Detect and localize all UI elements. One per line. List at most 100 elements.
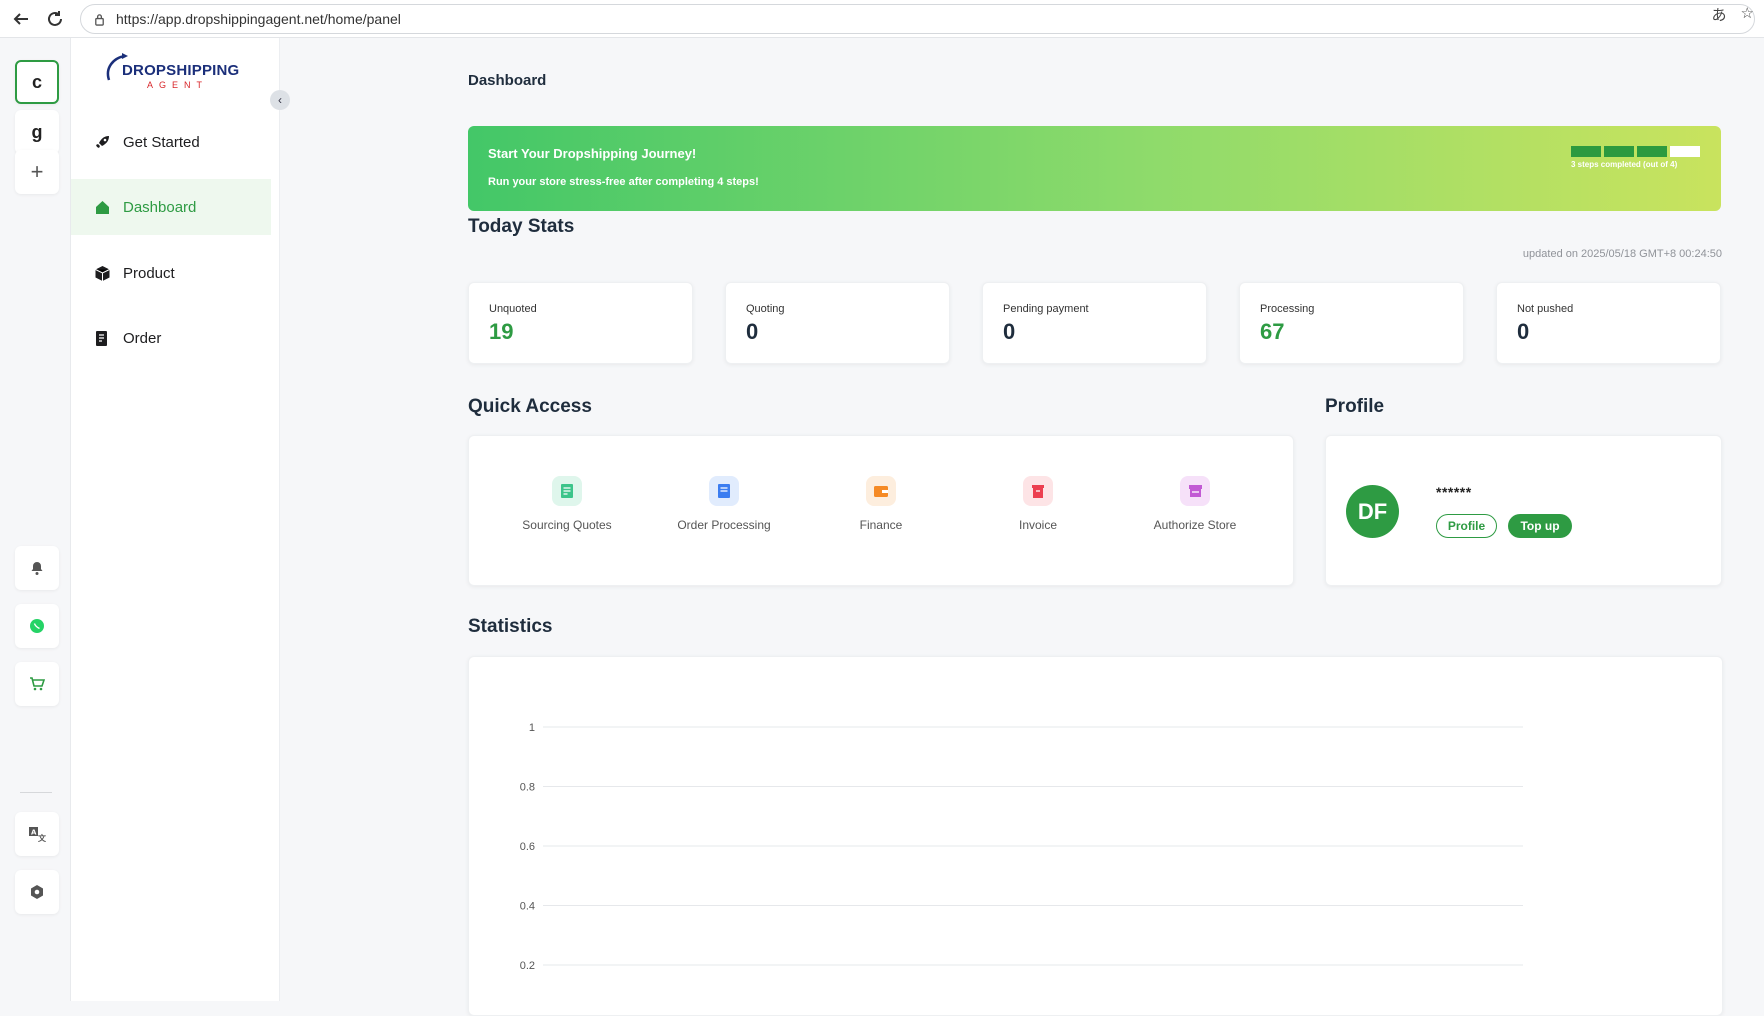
stat-value: 19 bbox=[489, 319, 514, 344]
profile-panel: DF ****** Profile Top up bbox=[1325, 435, 1722, 586]
sidebar-item-get-started[interactable]: Get Started bbox=[71, 114, 271, 170]
language-button[interactable]: A文 bbox=[15, 812, 59, 856]
quick-access-invoice[interactable]: Invoice bbox=[968, 476, 1108, 532]
profile-title: Profile bbox=[1325, 396, 1385, 417]
banner-title: Start Your Dropshipping Journey! bbox=[488, 146, 697, 161]
sidebar-item-product[interactable]: Product bbox=[71, 245, 271, 301]
stat-label: Processing bbox=[1260, 303, 1315, 315]
steps-progress-bar bbox=[1571, 146, 1701, 157]
language-icon: A文 bbox=[29, 827, 46, 842]
stat-label: Quoting bbox=[746, 303, 785, 315]
logo-wordmark: DROPSHIPPING bbox=[122, 62, 240, 79]
quick-access-sourcing-quotes[interactable]: Sourcing Quotes bbox=[497, 476, 637, 532]
quick-access-label: Invoice bbox=[1018, 518, 1058, 532]
quick-access-authorize-store[interactable]: Authorize Store bbox=[1125, 476, 1265, 532]
store-switch-c[interactable]: c bbox=[15, 60, 59, 104]
authorize-store-icon bbox=[1180, 476, 1210, 506]
order-icon bbox=[93, 329, 111, 347]
stat-value: 67 bbox=[1260, 319, 1285, 344]
avatar[interactable]: DF bbox=[1346, 485, 1399, 538]
translate-icon[interactable]: あ bbox=[1712, 4, 1727, 25]
profile-name: ****** bbox=[1436, 484, 1472, 500]
profile-button[interactable]: Profile bbox=[1436, 514, 1497, 538]
url-text[interactable]: https://app.dropshippingagent.net/home/p… bbox=[116, 11, 401, 27]
step-segment bbox=[1670, 146, 1700, 157]
quick-access-label: Sourcing Quotes bbox=[522, 518, 612, 532]
order-processing-icon bbox=[709, 476, 739, 506]
store-rail: c g + A文 bbox=[0, 38, 71, 1001]
wallet-icon bbox=[866, 476, 896, 506]
sidebar-item-dashboard[interactable]: Dashboard bbox=[71, 179, 271, 235]
star-icon[interactable]: ☆ bbox=[1741, 4, 1754, 25]
stat-value: 0 bbox=[1517, 319, 1530, 344]
stat-card-unquoted[interactable]: Unquoted 19 bbox=[468, 282, 693, 364]
today-stats-title: Today Stats bbox=[468, 216, 575, 237]
stat-card-not-pushed[interactable]: Not pushed 0 bbox=[1496, 282, 1721, 364]
sidebar-item-label: Dashboard bbox=[123, 198, 197, 216]
chart-y-tick-label: 0.8 bbox=[520, 782, 535, 794]
svg-text:A: A bbox=[31, 829, 37, 837]
stat-label: Unquoted bbox=[489, 303, 537, 315]
cart-icon bbox=[30, 677, 45, 691]
home-icon bbox=[93, 198, 111, 216]
statistics-title: Statistics bbox=[468, 616, 553, 637]
chart-y-tick-label: 0.4 bbox=[520, 901, 535, 913]
onboarding-steps-progress: 3 steps completed (out of 4) bbox=[1571, 146, 1701, 169]
stat-card-processing[interactable]: Processing 67 bbox=[1239, 282, 1464, 364]
quick-access-label: Authorize Store bbox=[1153, 518, 1237, 532]
rocket-icon bbox=[93, 133, 111, 151]
brand-logo[interactable]: DROPSHIPPING AGENT bbox=[103, 52, 253, 96]
svg-text:文: 文 bbox=[38, 833, 46, 842]
address-bar[interactable]: https://app.dropshippingagent.net/home/p… bbox=[80, 4, 1755, 34]
reload-icon bbox=[48, 10, 62, 26]
logo-subtitle: AGENT bbox=[147, 80, 209, 90]
whatsapp-button[interactable] bbox=[15, 604, 59, 648]
step-segment bbox=[1604, 146, 1634, 157]
notifications-button[interactable] bbox=[15, 546, 59, 590]
reload-button[interactable] bbox=[38, 2, 72, 36]
gear-icon bbox=[31, 885, 43, 899]
add-store-button[interactable]: + bbox=[15, 150, 59, 194]
address-bar-actions: あ ☆ bbox=[1712, 4, 1754, 25]
settings-button[interactable] bbox=[15, 870, 59, 914]
quick-access-order-processing[interactable]: Order Processing bbox=[654, 476, 794, 532]
statistics-chart-panel: 1 0.8 0.6 0.4 0.2 bbox=[468, 656, 1723, 1016]
stat-value: 0 bbox=[746, 319, 759, 344]
main-content: Dashboard Start Your Dropshipping Journe… bbox=[280, 38, 1764, 1016]
quick-access-title: Quick Access bbox=[468, 396, 592, 417]
quick-access-label: Finance bbox=[859, 518, 903, 532]
rail-divider bbox=[20, 792, 52, 793]
stats-updated-time: updated on 2025/05/18 GMT+8 00:24:50 bbox=[1522, 248, 1722, 260]
statistics-chart: 1 0.8 0.6 0.4 0.2 bbox=[520, 722, 1523, 972]
site-info-icon[interactable] bbox=[93, 13, 106, 26]
chart-y-tick-label: 1 bbox=[529, 722, 535, 734]
banner-subtitle: Run your store stress-free after complet… bbox=[488, 176, 759, 188]
steps-progress-text: 3 steps completed (out of 4) bbox=[1571, 160, 1678, 169]
chart-y-tick-label: 0.2 bbox=[520, 960, 535, 972]
browser-toolbar: https://app.dropshippingagent.net/home/p… bbox=[0, 0, 1764, 38]
stat-label: Pending payment bbox=[1003, 303, 1089, 315]
whatsapp-icon bbox=[30, 619, 44, 633]
sidebar: DROPSHIPPING AGENT ‹ Get Started Dashboa… bbox=[71, 38, 290, 1001]
stat-value: 0 bbox=[1003, 319, 1016, 344]
stat-label: Not pushed bbox=[1517, 303, 1574, 315]
sidebar-item-label: Product bbox=[123, 264, 175, 282]
top-up-button[interactable]: Top up bbox=[1508, 514, 1572, 538]
cart-button[interactable] bbox=[15, 662, 59, 706]
stat-card-quoting[interactable]: Quoting 0 bbox=[725, 282, 950, 364]
step-segment bbox=[1571, 146, 1601, 157]
stat-card-pending-payment[interactable]: Pending payment 0 bbox=[982, 282, 1207, 364]
onboarding-banner[interactable]: Start Your Dropshipping Journey! Run you… bbox=[468, 126, 1721, 211]
store-switch-g[interactable]: g bbox=[15, 110, 59, 154]
box-icon bbox=[93, 264, 111, 282]
step-segment bbox=[1637, 146, 1667, 157]
sourcing-quotes-icon bbox=[552, 476, 582, 506]
back-arrow-icon bbox=[13, 12, 28, 25]
sidebar-item-label: Get Started bbox=[123, 133, 200, 151]
quick-access-finance[interactable]: Finance bbox=[811, 476, 951, 532]
page-title: Dashboard bbox=[468, 72, 547, 89]
invoice-icon bbox=[1023, 476, 1053, 506]
chart-y-tick-label: 0.6 bbox=[520, 841, 535, 853]
sidebar-item-order[interactable]: Order bbox=[71, 310, 271, 366]
back-button[interactable] bbox=[4, 2, 38, 36]
